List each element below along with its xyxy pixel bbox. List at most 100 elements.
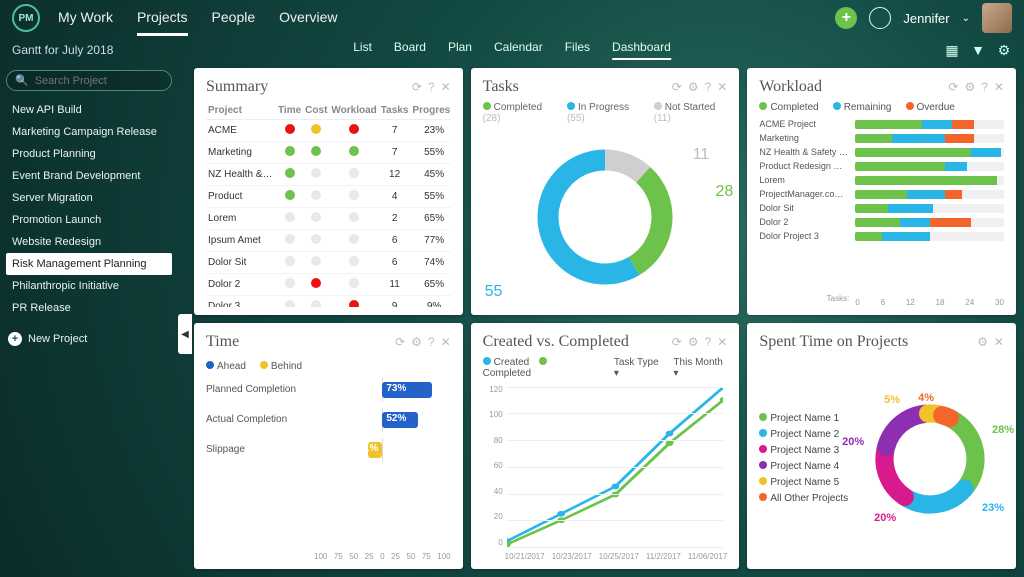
workload-row: NZ Health & Safety De.. <box>759 147 1004 157</box>
sidebar-item-project[interactable]: Event Brand Development <box>6 165 172 187</box>
sidebar-item-project[interactable]: Risk Management Planning <box>6 253 172 275</box>
sidebar-item-project[interactable]: Website Redesign <box>6 231 172 253</box>
legend-item: Completed (28) <box>483 102 555 124</box>
gear-icon[interactable]: ⚙ <box>964 80 975 94</box>
pct-label: 20% <box>874 512 896 524</box>
pct-label: 5% <box>884 394 900 406</box>
tab-board[interactable]: Board <box>394 40 426 60</box>
sidebar-item-project[interactable]: Server Migration <box>6 187 172 209</box>
time-row: Planned Completion73% <box>206 382 451 398</box>
summary-table: ProjectTimeCostWorkloadTasksProgress ACM… <box>206 102 451 307</box>
legend-item: Overdue <box>906 102 955 113</box>
gear-icon[interactable]: ⚙ <box>411 335 422 349</box>
tab-plan[interactable]: Plan <box>448 40 472 60</box>
tab-files[interactable]: Files <box>565 40 590 60</box>
close-icon[interactable]: ✕ <box>994 335 1004 349</box>
legend-item: Project Name 4 <box>759 461 848 472</box>
search-input[interactable] <box>35 75 163 87</box>
sidebar-item-project[interactable]: Promotion Launch <box>6 209 172 231</box>
refresh-icon[interactable]: ⟳ <box>395 335 405 349</box>
help-icon[interactable]: ? <box>428 80 435 94</box>
user-name[interactable]: Jennifer <box>903 11 949 26</box>
nav-projects[interactable]: Projects <box>137 1 188 36</box>
table-row[interactable]: Product455% <box>206 186 451 208</box>
nav-my-work[interactable]: My Work <box>58 1 113 36</box>
gear-icon[interactable]: ⚙ <box>688 335 699 349</box>
workload-row: ACME Project <box>759 119 1004 129</box>
gear-icon[interactable]: ⚙ <box>977 335 988 349</box>
card-time: Time ⟳⚙?✕ AheadBehind Planned Completion… <box>194 323 463 570</box>
timer-icon[interactable] <box>869 7 891 29</box>
close-icon[interactable]: ✕ <box>717 335 727 349</box>
refresh-icon[interactable]: ⟳ <box>948 80 958 94</box>
workload-row: Marketing <box>759 133 1004 143</box>
plus-icon: + <box>8 332 22 346</box>
nav-people[interactable]: People <box>212 1 256 36</box>
workload-row: Product Redesign We.. <box>759 161 1004 171</box>
col-header: Cost <box>303 102 329 120</box>
sidebar-item-project[interactable]: Philanthropic Initiative <box>6 275 172 297</box>
legend-item: Project Name 2 <box>759 429 848 440</box>
table-row[interactable]: NZ Health & Sa..1245% <box>206 164 451 186</box>
legend-item: All Other Projects <box>759 493 848 504</box>
topbar: PM My Work Projects People Overview + Jenni… <box>0 0 1024 36</box>
card-spent-time: Spent Time on Projects ⚙✕ Project Name 1… <box>747 323 1016 570</box>
new-project-button[interactable]: + New Project <box>6 327 172 351</box>
refresh-icon[interactable]: ⟳ <box>672 335 682 349</box>
card-title: Workload <box>759 78 822 96</box>
dropdown[interactable]: Task Type ▾ <box>614 357 664 379</box>
col-header: Project <box>206 102 276 120</box>
donut-value-completed: 28 <box>716 183 734 201</box>
table-row[interactable]: Ipsum Amet677% <box>206 230 451 252</box>
refresh-icon[interactable]: ⟳ <box>412 80 422 94</box>
legend-item: Created <box>483 357 530 368</box>
help-icon[interactable]: ? <box>428 335 435 349</box>
tab-list[interactable]: List <box>353 40 372 60</box>
card-title: Summary <box>206 78 268 96</box>
help-icon[interactable]: ? <box>705 335 712 349</box>
chevron-down-icon[interactable]: ⌄ <box>962 13 970 24</box>
sidebar-item-project[interactable]: Marketing Campaign Release <box>6 121 172 143</box>
filter-icon[interactable]: ▼ <box>970 42 986 58</box>
close-icon[interactable]: ✕ <box>441 80 451 94</box>
legend-item: Project Name 1 <box>759 413 848 424</box>
close-icon[interactable]: ✕ <box>994 80 1004 94</box>
table-row[interactable]: Dolor 21165% <box>206 274 451 296</box>
dropdown[interactable]: This Month ▾ <box>673 357 727 379</box>
table-row[interactable]: ACME723% <box>206 120 451 142</box>
workload-row: Dolor 2 <box>759 217 1004 227</box>
avatar[interactable] <box>982 3 1012 33</box>
new-project-label: New Project <box>28 333 87 345</box>
table-row[interactable]: Dolor Sit674% <box>206 252 451 274</box>
sidebar-item-project[interactable]: PR Release <box>6 297 172 319</box>
grid-view-icon[interactable]: ▦ <box>944 42 960 58</box>
legend-item: Ahead <box>206 361 246 372</box>
close-icon[interactable]: ✕ <box>441 335 451 349</box>
logo[interactable]: PM <box>12 4 40 32</box>
breadcrumb: Gantt for July 2018 <box>12 43 113 57</box>
help-icon[interactable]: ? <box>705 80 712 94</box>
legend-item: Remaining <box>833 102 892 113</box>
gear-icon[interactable]: ⚙ <box>996 42 1012 58</box>
legend-item: Behind <box>260 361 302 372</box>
tasks-donut-chart: 11 28 55 <box>483 128 728 307</box>
close-icon[interactable]: ✕ <box>717 80 727 94</box>
sidebar-collapse-button[interactable]: ◀ <box>178 314 192 354</box>
col-header: Time <box>276 102 303 120</box>
search-box[interactable]: 🔍 <box>6 70 172 91</box>
add-button[interactable]: + <box>835 7 857 29</box>
table-row[interactable]: Marketing755% <box>206 142 451 164</box>
help-icon[interactable]: ? <box>981 80 988 94</box>
gear-icon[interactable]: ⚙ <box>688 80 699 94</box>
table-row[interactable]: Lorem265% <box>206 208 451 230</box>
tab-calendar[interactable]: Calendar <box>494 40 543 60</box>
sidebar-item-project[interactable]: New API Build <box>6 99 172 121</box>
tab-dashboard[interactable]: Dashboard <box>612 40 671 60</box>
view-tabs: List Board Plan Calendar Files Dashboard <box>353 40 671 60</box>
nav-overview[interactable]: Overview <box>279 1 337 36</box>
table-row[interactable]: Dolor 399% <box>206 296 451 307</box>
sidebar-item-project[interactable]: Product Planning <box>6 143 172 165</box>
workload-row: Dolor Project 3 <box>759 231 1004 241</box>
card-workload: Workload ⟳⚙?✕ CompletedRemainingOverdue … <box>747 68 1016 315</box>
refresh-icon[interactable]: ⟳ <box>672 80 682 94</box>
